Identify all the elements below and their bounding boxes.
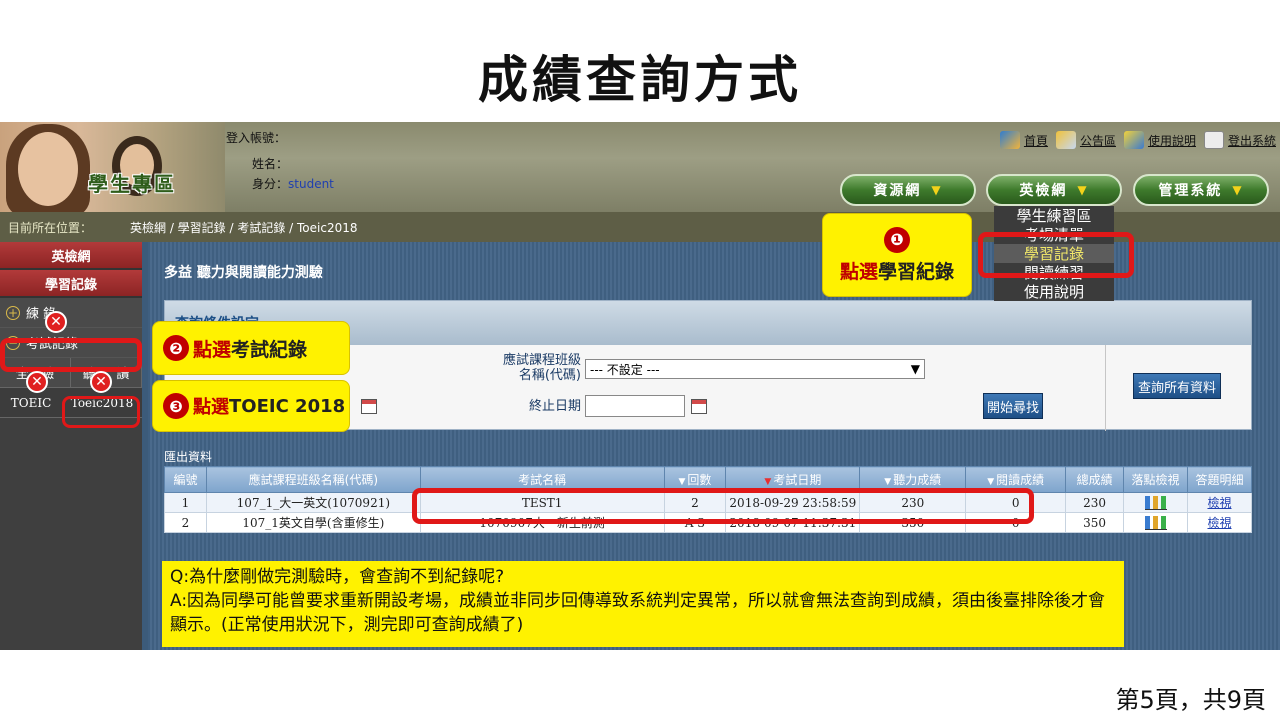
login-info: 登入帳號： 姓名： 身分：student (226, 130, 334, 192)
breadcrumb-label: 目前所在位置： (8, 220, 93, 235)
header-photo (0, 122, 225, 212)
step-2-badge: ❷ (163, 335, 189, 361)
placement-cell (1123, 492, 1188, 513)
col-class: 應試課程班級名稱(代碼) (205, 466, 421, 493)
bar-chart-icon[interactable] (1144, 515, 1167, 530)
sidebar-section-english[interactable]: 英檢網 (0, 242, 142, 270)
step-3-badge: ❸ (163, 393, 189, 419)
account-row: 登入帳號： (226, 130, 334, 146)
calendar-icon[interactable] (691, 399, 707, 414)
logout-link[interactable]: 登出系統 (1203, 131, 1276, 149)
brand-title: 學生專區 (88, 172, 176, 196)
sidebar-section-learning-record[interactable]: 學習記錄 (0, 270, 142, 298)
sort-icon: ▼ (987, 477, 995, 487)
home-icon (999, 131, 1020, 149)
help-link[interactable]: 使用說明 (1123, 131, 1196, 149)
role-value: student (288, 177, 334, 191)
dropdown-item-help[interactable]: 使用說明 (994, 282, 1114, 301)
notice-link[interactable]: 公告區 (1055, 131, 1116, 149)
highlight-exam-record (0, 338, 142, 372)
qa-question: Q:為什麼剛做完測驗時，會查詢不到紀錄呢? (170, 567, 505, 587)
calendar-icon[interactable] (361, 399, 377, 414)
dropdown-item-practice-area[interactable]: 學生練習區 (994, 206, 1114, 225)
notice-icon (1055, 131, 1076, 149)
sort-active-icon: ▼ (764, 477, 772, 487)
search-button[interactable]: 開始尋找 (983, 393, 1043, 419)
query-divider (1105, 345, 1106, 431)
top-links: 首頁 公告區 使用說明 登出系統 (999, 128, 1276, 152)
col-placement: 落點檢視 (1123, 466, 1188, 493)
name-label: 姓名： (252, 157, 289, 171)
page-title: 多益 聽力與閱讀能力測驗 (164, 265, 323, 281)
chevron-down-icon: ▼ (1077, 183, 1089, 197)
role-label: 身分： (252, 177, 289, 191)
breadcrumb-path: 英檢網 / 學習記錄 / 考試記錄 / Toeic2018 (130, 220, 358, 235)
step-1-badge: ❶ (884, 226, 910, 253)
highlight-test1-row (412, 488, 1034, 524)
highlight-learning-record (978, 232, 1134, 278)
logout-icon (1203, 131, 1224, 149)
student-photo-face (18, 132, 78, 206)
plus-icon: + (6, 305, 20, 320)
callout-step-1: ❶ 點選學習紀錄 (822, 213, 972, 297)
view-link[interactable]: 檢視 (1207, 516, 1231, 530)
chevron-down-icon: ▼ (910, 362, 920, 376)
slide-title: 成績查詢方式 (478, 51, 802, 109)
help-icon (1123, 131, 1144, 149)
highlight-toeic2018 (62, 396, 140, 428)
class-label: 應試課程班級 名稱(代碼) (502, 353, 581, 383)
sidebar-test-toeic[interactable]: TOEIC (0, 388, 62, 417)
bar-chart-icon[interactable] (1144, 495, 1167, 510)
cross-icon: ✕ (90, 371, 112, 393)
callout-step-3: ❸ 點選 TOEIC 2018 (152, 380, 350, 432)
sort-icon: ▼ (678, 477, 686, 487)
qa-note: Q:為什麼剛做完測驗時，會查詢不到紀錄呢? A:因為同學可能曾要求重新開設考場，… (162, 561, 1124, 647)
col-number: 編號 (164, 466, 207, 493)
sidebar-item-practice-record[interactable]: + 練 錄 (0, 298, 142, 328)
query-all-button[interactable]: 查詢所有資料 (1133, 373, 1221, 399)
end-date-input[interactable] (585, 395, 685, 417)
export-label[interactable]: 匯出資料 (164, 448, 212, 465)
col-total: 總成績 (1065, 466, 1125, 493)
chevron-down-icon: ▼ (931, 183, 943, 197)
nav-english-button[interactable]: 英檢網 ▼ (986, 174, 1122, 206)
placement-cell (1123, 512, 1188, 533)
chevron-down-icon: ▼ (1232, 183, 1244, 197)
home-link[interactable]: 首頁 (999, 131, 1048, 149)
slide: 成績查詢方式 學生專區 登入帳號： 姓名： 身分：student 首頁 公告區 … (0, 0, 1280, 720)
nav-admin-button[interactable]: 管理系統 ▼ (1133, 174, 1269, 206)
col-answer-detail: 答題明細 (1186, 466, 1253, 493)
site-header: 學生專區 登入帳號： 姓名： 身分：student 首頁 公告區 使用說明 登出… (0, 122, 1280, 212)
end-date-label: 終止日期 (528, 399, 581, 414)
role-row: 身分：student (252, 176, 334, 192)
account-label: 登入帳號： (226, 131, 287, 145)
nav-resource-button[interactable]: 資源網 ▼ (840, 174, 976, 206)
callout-step-2: ❷ 點選 考試紀錄 (152, 321, 350, 375)
name-row: 姓名： (252, 156, 334, 172)
qa-answer: A:因為同學可能曾要求重新開設考場，成績並非同步回傳導致系統判定異常，所以就會無… (170, 591, 1106, 635)
answer-detail-cell: 檢視 (1186, 512, 1253, 533)
class-select[interactable]: --- 不設定 --- ▼ (585, 359, 925, 379)
view-link[interactable]: 檢視 (1207, 496, 1231, 510)
page-number: 第5頁，共9頁 (1115, 686, 1266, 714)
cross-icon: ✕ (45, 311, 67, 333)
answer-detail-cell: 檢視 (1186, 492, 1253, 513)
cross-icon: ✕ (26, 371, 48, 393)
sort-icon: ▼ (884, 477, 892, 487)
sidebar: 英檢網 學習記錄 + 練 錄 − 考試記錄 全 驗 聽 讀 TOEIC Toei… (0, 242, 142, 650)
